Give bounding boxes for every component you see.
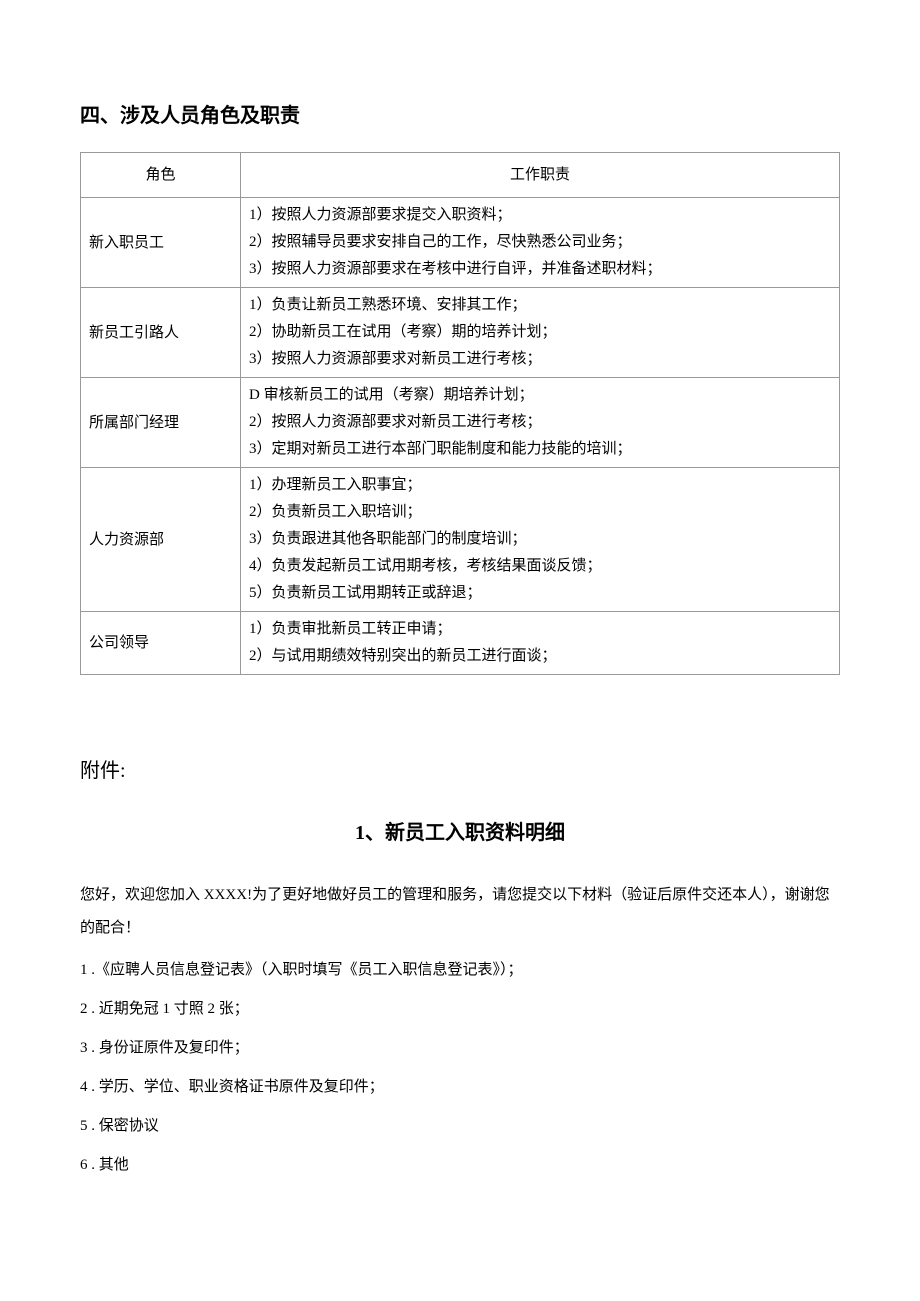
table-row: 新员工引路人 1）负责让新员工熟悉环境、安排其工作；2）协助新员工在试用（考察）…	[81, 288, 840, 378]
list-item: 1 .《应聘人员信息登记表》（入职时填写《员工入职信息登记表》）；	[80, 951, 840, 990]
table-row: 所属部门经理 D 审核新员工的试用（考察）期培养计划；2）按照人力资源部要求对新…	[81, 378, 840, 468]
table-row: 人力资源部 1）办理新员工入职事宜；2）负责新员工入职培训；3）负责跟进其他各职…	[81, 468, 840, 612]
attachment-label: 附件:	[80, 755, 840, 787]
duties-cell: 1）负责审批新员工转正申请；2）与试用期绩效特别突出的新员工进行面谈；	[241, 612, 840, 675]
duties-cell: 1）办理新员工入职事宜；2）负责新员工入职培训；3）负责跟进其他各职能部门的制度…	[241, 468, 840, 612]
table-row: 新入职员工 1）按照人力资源部要求提交入职资料；2）按照辅导员要求安排自己的工作…	[81, 198, 840, 288]
list-item: 3 . 身份证原件及复印件；	[80, 1029, 840, 1068]
table-row: 公司领导 1）负责审批新员工转正申请；2）与试用期绩效特别突出的新员工进行面谈；	[81, 612, 840, 675]
role-cell: 公司领导	[81, 612, 241, 675]
list-item: 2 . 近期免冠 1 寸照 2 张；	[80, 990, 840, 1029]
role-cell: 新入职员工	[81, 198, 241, 288]
list-item: 4 . 学历、学位、职业资格证书原件及复印件；	[80, 1068, 840, 1107]
role-cell: 所属部门经理	[81, 378, 241, 468]
header-duties: 工作职责	[241, 153, 840, 198]
duties-cell: D 审核新员工的试用（考察）期培养计划；2）按照人力资源部要求对新员工进行考核；…	[241, 378, 840, 468]
role-cell: 新员工引路人	[81, 288, 241, 378]
attachment-intro: 您好，欢迎您加入 XXXX!为了更好地做好员工的管理和服务，请您提交以下材料（验…	[80, 879, 840, 945]
table-header-row: 角色 工作职责	[81, 153, 840, 198]
role-cell: 人力资源部	[81, 468, 241, 612]
roles-duties-table: 角色 工作职责 新入职员工 1）按照人力资源部要求提交入职资料；2）按照辅导员要…	[80, 152, 840, 675]
header-role: 角色	[81, 153, 241, 198]
list-item: 5 . 保密协议	[80, 1107, 840, 1146]
duties-cell: 1）负责让新员工熟悉环境、安排其工作；2）协助新员工在试用（考察）期的培养计划；…	[241, 288, 840, 378]
section-title: 四、涉及人员角色及职责	[80, 100, 840, 132]
attachment-title: 1、新员工入职资料明细	[80, 817, 840, 849]
list-item: 6 . 其他	[80, 1146, 840, 1185]
duties-cell: 1）按照人力资源部要求提交入职资料；2）按照辅导员要求安排自己的工作，尽快熟悉公…	[241, 198, 840, 288]
